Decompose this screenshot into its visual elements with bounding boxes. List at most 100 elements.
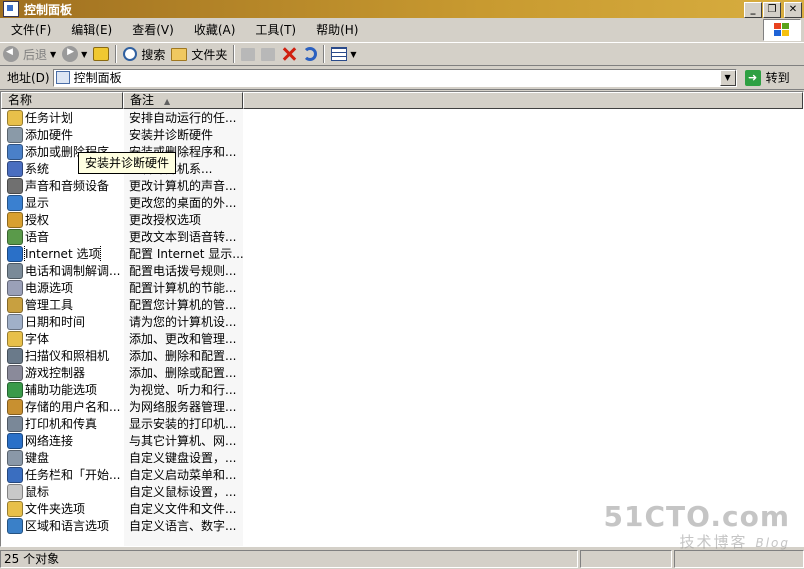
address-dropdown-icon[interactable]: ▼ xyxy=(719,69,736,86)
window-title: 控制面板 xyxy=(24,2,73,17)
list-item[interactable]: 任务计划 安排自动运行的任... xyxy=(1,109,243,126)
item-name: 网络连接 xyxy=(25,434,74,448)
item-name-cell: 游戏控制器 xyxy=(1,364,124,381)
list-item[interactable]: 电话和调制解调... 配置电话拨号规则... xyxy=(1,262,243,279)
item-note: 安排自动运行的任... xyxy=(129,111,237,125)
undo-button[interactable] xyxy=(300,43,320,65)
item-name: 授权 xyxy=(25,213,50,227)
list-item[interactable]: 声音和音频设备 更改计算机的声音... xyxy=(1,177,243,194)
list-item[interactable]: 扫描仪和照相机 添加、删除和配置... xyxy=(1,347,243,364)
folders-label: 文件夹 xyxy=(191,47,228,62)
item-note: 配置电话拨号规则... xyxy=(129,264,237,278)
maximize-button[interactable]: ❐ xyxy=(763,2,781,18)
game-controller-icon xyxy=(7,364,23,381)
list-item[interactable]: 显示 更改您的桌面的外... xyxy=(1,194,243,211)
item-name-cell: 电话和调制解调... xyxy=(1,262,124,279)
menu-edit[interactable]: 编辑(E) xyxy=(61,20,122,40)
item-name-cell: 区域和语言选项 xyxy=(1,517,124,534)
folder-up-icon xyxy=(93,47,110,61)
item-note: 与其它计算机、网... xyxy=(129,434,237,448)
item-note: 添加、删除和配置... xyxy=(129,349,237,363)
back-button[interactable]: 后退 ▼ xyxy=(0,43,59,65)
item-name: 键盘 xyxy=(25,451,50,465)
list-item[interactable]: 网络连接 与其它计算机、网... xyxy=(1,432,243,449)
list-item[interactable]: 存储的用户名和... 为网络服务器管理... xyxy=(1,398,243,415)
folder-options-icon xyxy=(7,500,23,517)
item-note: 添加、删除或配置... xyxy=(129,366,237,380)
address-field[interactable]: 控制面板 ▼ xyxy=(52,68,737,87)
keyboard-icon xyxy=(7,449,23,466)
list-item[interactable]: 管理工具 配置您计算机的管... xyxy=(1,296,243,313)
toolbar-separator xyxy=(323,45,326,63)
item-name: 扫描仪和照相机 xyxy=(25,349,110,363)
item-name-cell: 语音 xyxy=(1,228,124,245)
close-button[interactable]: ✕ xyxy=(784,2,802,18)
list-item[interactable]: 添加硬件 安装并诊断硬件 xyxy=(1,126,243,143)
control-panel-icon xyxy=(55,71,70,84)
list-item[interactable]: 区域和语言选项 自定义语言、数字... xyxy=(1,517,243,534)
item-note: 安装并诊断硬件 xyxy=(129,128,214,142)
folders-button[interactable]: 文件夹 xyxy=(168,43,230,65)
list-item[interactable]: 电源选项 配置计算机的节能... xyxy=(1,279,243,296)
list-item[interactable]: 辅助功能选项 为视觉、听力和行... xyxy=(1,381,243,398)
item-name-cell: 添加硬件 xyxy=(1,126,124,143)
search-icon xyxy=(123,47,138,61)
views-icon xyxy=(331,47,348,61)
item-name: 游戏控制器 xyxy=(25,366,86,380)
windows-logo xyxy=(763,19,801,41)
list-item[interactable]: 打印机和传真 显示安装的打印机... xyxy=(1,415,243,432)
system-icon xyxy=(7,160,23,177)
menu-help[interactable]: 帮助(H) xyxy=(306,20,368,40)
up-button[interactable] xyxy=(90,43,112,65)
fonts-icon xyxy=(7,330,23,347)
watermark-subtitle: 技术博客 Blog xyxy=(604,531,790,552)
copy-to-button[interactable] xyxy=(258,43,278,65)
mouse-icon xyxy=(7,483,23,500)
scheduled-tasks-icon xyxy=(7,109,23,126)
search-button[interactable]: 搜索 xyxy=(120,43,168,65)
item-name-cell: 授权 xyxy=(1,211,124,228)
forward-dropdown-icon[interactable]: ▼ xyxy=(81,50,87,59)
network-connections-icon xyxy=(7,432,23,449)
menu-file[interactable]: 文件(F) xyxy=(0,20,61,40)
item-name-cell: 电源选项 xyxy=(1,279,124,296)
list-item[interactable]: 日期和时间 请为您的计算机设... xyxy=(1,313,243,330)
list-item[interactable]: 游戏控制器 添加、删除或配置... xyxy=(1,364,243,381)
column-header-note[interactable]: 备注 ▲ xyxy=(123,92,243,109)
minimize-button[interactable]: _ xyxy=(744,2,762,18)
list-item[interactable]: 授权 更改授权选项 xyxy=(1,211,243,228)
list-item[interactable]: 鼠标 自定义鼠标设置，... xyxy=(1,483,243,500)
watermark: 51CTO.com 技术博客 Blog xyxy=(604,500,790,552)
undo-icon xyxy=(303,47,318,61)
list-item[interactable]: 语音 更改文本到语音转... xyxy=(1,228,243,245)
address-value: 控制面板 xyxy=(73,71,122,85)
go-button[interactable]: ➜ 转到 xyxy=(744,69,790,86)
move-to-button[interactable] xyxy=(238,43,258,65)
menu-view[interactable]: 查看(V) xyxy=(122,20,184,40)
menu-tools[interactable]: 工具(T) xyxy=(245,20,306,40)
views-dropdown-icon[interactable]: ▼ xyxy=(350,50,356,59)
menu-favorites[interactable]: 收藏(A) xyxy=(184,20,246,40)
views-button[interactable]: ▼ xyxy=(328,43,359,65)
go-arrow-icon: ➜ xyxy=(744,69,761,86)
list-item[interactable]: Internet 选项 配置 Internet 显示... xyxy=(1,245,243,262)
title-bar[interactable]: 控制面板 _ ❐ ✕ xyxy=(0,0,804,18)
column-header-filler xyxy=(243,92,803,109)
back-arrow-icon xyxy=(3,46,19,62)
sort-ascending-icon: ▲ xyxy=(164,97,171,106)
delete-button[interactable] xyxy=(278,43,300,65)
forward-button[interactable]: ▼ xyxy=(59,43,90,65)
list-item[interactable]: 文件夹选项 自定义文件和文件... xyxy=(1,500,243,517)
back-dropdown-icon[interactable]: ▼ xyxy=(50,50,56,59)
column-headers: 名称 备注 ▲ xyxy=(1,92,803,109)
list-item[interactable]: 字体 添加、更改和管理... xyxy=(1,330,243,347)
column-header-name[interactable]: 名称 xyxy=(1,92,123,109)
toolbar-separator xyxy=(233,45,236,63)
item-name: 电话和调制解调... xyxy=(25,264,121,278)
list-item[interactable]: 任务栏和「开始... 自定义启动菜单和... xyxy=(1,466,243,483)
list-item[interactable]: 键盘 自定义键盘设置，... xyxy=(1,449,243,466)
item-name: 任务计划 xyxy=(25,111,74,125)
item-name-cell: 任务栏和「开始... xyxy=(1,466,124,483)
item-note: 显示安装的打印机... xyxy=(129,417,237,431)
window-controls: _ ❐ ✕ xyxy=(743,2,802,18)
